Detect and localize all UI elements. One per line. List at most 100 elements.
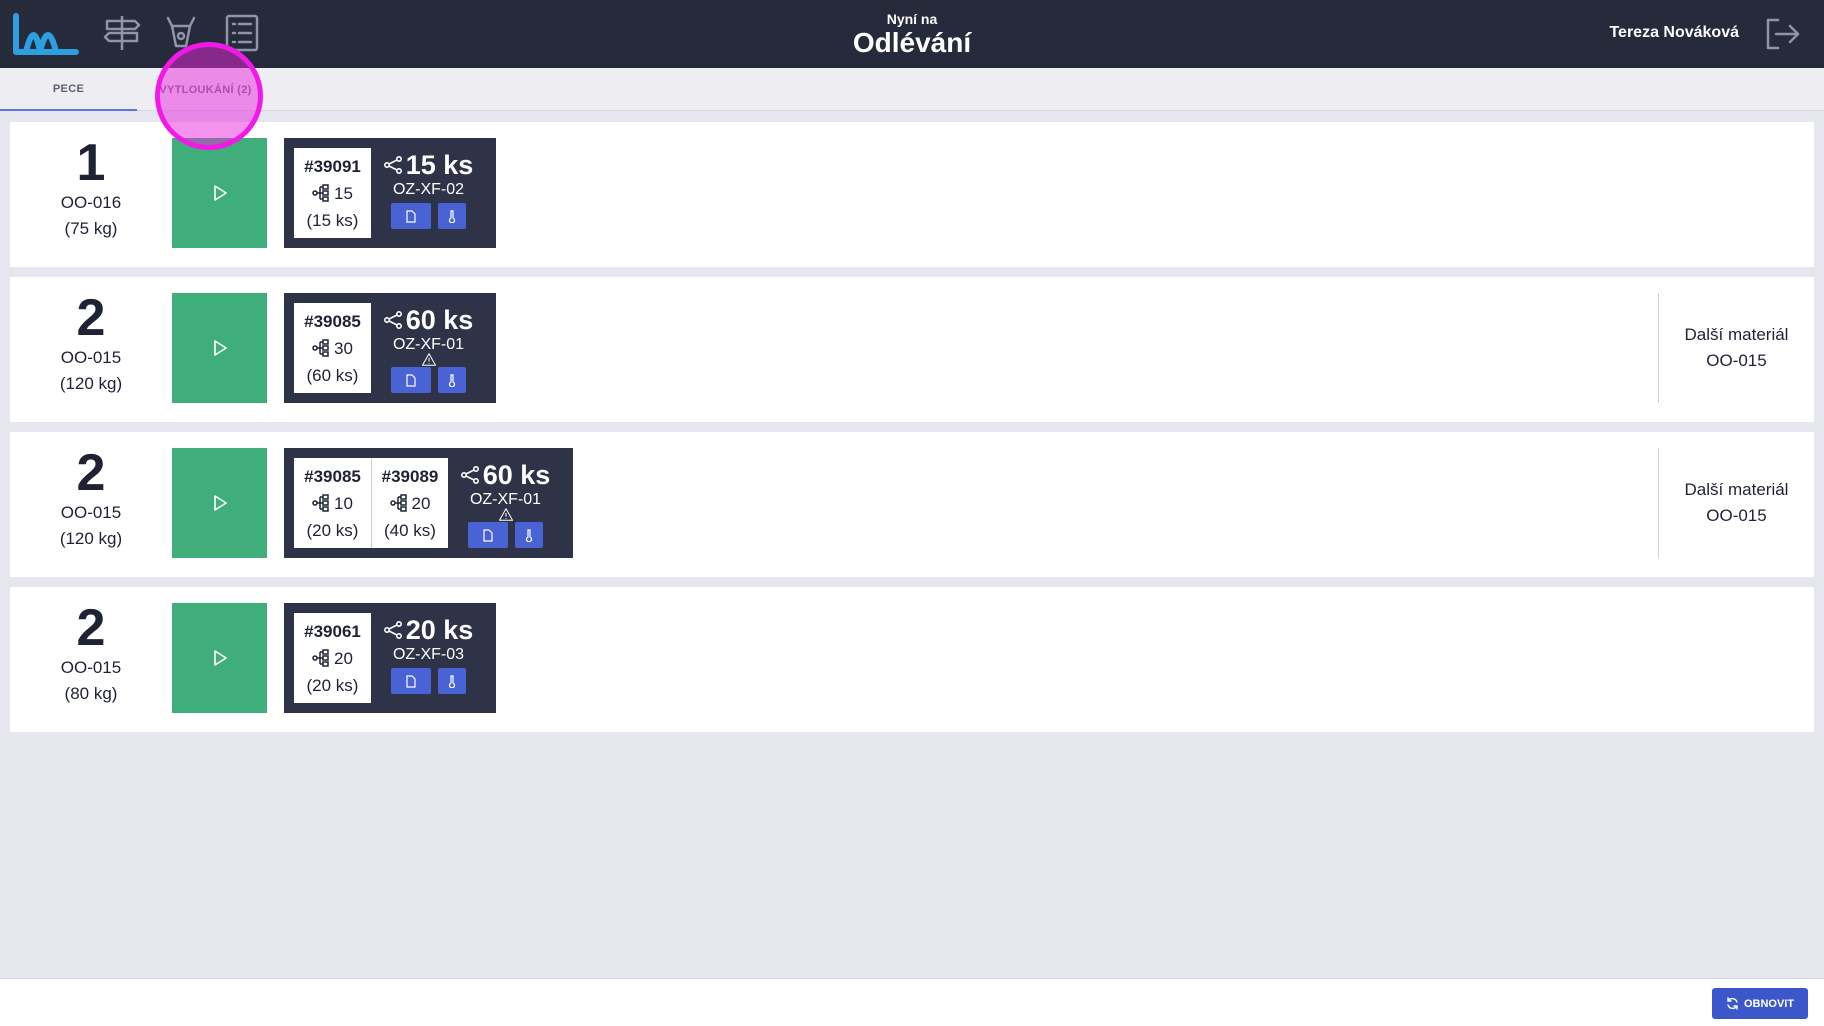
split-icon [383,156,402,174]
batch-material: OO-015 [60,658,122,677]
batch-weight: (80 kg) [64,684,118,703]
next-material: Další materiál OO-015 [1658,448,1814,558]
logout-icon[interactable] [1762,16,1802,52]
tab-pece[interactable]: PECE [0,68,137,111]
batch-material: OO-016 [60,193,122,212]
batch-count: 2 [76,444,106,502]
warning-icon [498,508,513,521]
order-number: #39089 [381,466,439,486]
order-item[interactable]: #39091 15 (15 ks) [294,148,371,238]
batch-weight: (120 kg) [59,529,123,548]
thermometer-icon [525,528,533,542]
start-button[interactable] [172,293,267,403]
checklist-icon[interactable] [221,12,263,54]
info-code: OZ-XF-03 [392,646,465,663]
start-button[interactable] [172,603,267,713]
order-info: 15 ks OZ-XF-02 [371,148,486,238]
document-icon [406,373,416,387]
order-total: (20 ks) [306,675,359,695]
furnace-row: 2 OO-015 (80 kg) #39061 20 (20 ks) 20 ks… [10,587,1814,732]
info-quantity: 60 ks [405,305,474,335]
thermometer-icon [448,209,456,223]
start-button[interactable] [172,138,267,248]
next-material: Další materiál OO-015 [1658,293,1814,403]
tab-vytloukani[interactable]: VYTLOUKÁNÍ (2) [137,68,274,111]
order-total: (20 ks) [306,520,359,540]
split-icon [383,311,402,329]
order-item[interactable]: #39085 10 (20 ks) [294,458,371,548]
refresh-button[interactable]: OBNOVIT [1712,988,1808,1019]
hierarchy-icon [312,184,329,202]
document-icon [406,674,416,688]
temperature-button[interactable] [438,668,466,694]
order-card: #39091 15 (15 ks) 15 ks OZ-XF-02 [284,138,496,248]
order-info: 20 ks OZ-XF-03 [371,613,486,703]
document-button[interactable] [391,203,431,229]
info-quantity: 20 ks [405,615,474,645]
order-item[interactable]: #39089 20 (40 ks) [371,458,448,548]
user-name: Tereza Nováková [1609,24,1739,41]
order-number: #39061 [304,621,361,641]
hierarchy-icon [389,494,407,512]
play-icon [213,495,227,511]
refresh-label: OBNOVIT [1743,997,1795,1010]
document-button[interactable] [468,522,508,548]
furnace-row: 1 OO-016 (75 kg) #39091 15 (15 ks) 15 ks… [10,122,1814,267]
refresh-icon [1727,997,1738,1010]
order-info: 60 ks OZ-XF-01 [448,458,563,548]
temperature-button[interactable] [515,522,543,548]
order-item[interactable]: #39061 20 (20 ks) [294,613,371,703]
info-quantity: 60 ks [482,460,551,490]
document-icon [406,209,416,223]
foundry-ladle-icon[interactable] [160,12,202,54]
document-icon [483,528,493,542]
batch-count: 1 [76,134,106,192]
order-pieces: 15 [334,183,353,203]
split-icon [383,621,402,639]
temperature-button[interactable] [438,203,466,229]
start-button[interactable] [172,448,267,558]
order-card: #39085 10 (20 ks) #39089 20 (40 ks) 60 k… [284,448,573,558]
play-icon [213,185,227,201]
order-total: (60 ks) [306,365,359,385]
next-material-code: OO-015 [1706,351,1767,370]
order-pieces: 30 [334,338,353,358]
batch-summary: 2 OO-015 (120 kg) [10,291,172,397]
footer-bar: OBNOVIT [0,978,1824,1026]
order-card: #39085 30 (60 ks) 60 ks OZ-XF-01 [284,293,496,403]
batch-summary: 2 OO-015 (120 kg) [10,446,172,552]
app-logo[interactable] [12,12,80,58]
page-title: Nyní na Odlévání [0,10,1824,58]
order-number: #39085 [304,311,361,331]
info-code: OZ-XF-02 [392,181,465,198]
hierarchy-icon [312,494,329,512]
order-number: #39091 [304,156,361,176]
order-pieces: 20 [411,493,431,513]
document-button[interactable] [391,367,431,393]
document-button[interactable] [391,668,431,694]
play-icon [213,340,227,356]
order-total: (15 ks) [306,210,359,230]
next-material-label: Další materiál [1684,480,1789,499]
signpost-icon[interactable] [101,12,143,54]
info-code: OZ-XF-01 [392,336,465,353]
top-bar: Nyní na Odlévání Tereza Nováková [0,0,1824,68]
next-material-label: Další materiál [1684,325,1789,344]
batch-weight: (75 kg) [64,219,118,238]
order-total: (40 ks) [384,520,436,540]
order-item[interactable]: #39085 30 (60 ks) [294,303,371,393]
temperature-button[interactable] [438,367,466,393]
batch-material: OO-015 [60,503,122,522]
batch-summary: 2 OO-015 (80 kg) [10,601,172,707]
hierarchy-icon [312,649,329,667]
batch-count: 2 [76,289,106,347]
play-icon [213,650,227,666]
batch-count: 2 [76,599,106,657]
thermometer-icon [448,674,456,688]
furnace-row: 2 OO-015 (120 kg) #39085 10 (20 ks) #390… [10,432,1814,577]
hierarchy-icon [312,339,329,357]
order-card: #39061 20 (20 ks) 20 ks OZ-XF-03 [284,603,496,713]
batch-weight: (120 kg) [59,374,123,393]
next-material-code: OO-015 [1706,506,1767,525]
title-subtitle: Nyní na [886,11,938,27]
